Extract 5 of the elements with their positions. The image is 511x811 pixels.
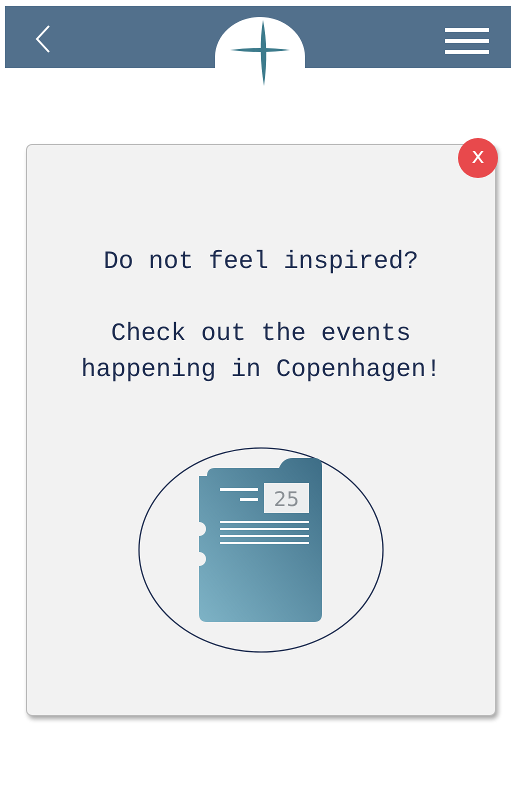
menu-icon[interactable] [445, 26, 489, 56]
calendar-day: 25 [274, 487, 300, 511]
headline: Do not feel inspired? [103, 247, 419, 276]
close-button[interactable]: x [458, 138, 498, 178]
message: Check out the events happening in Copenhagen! [80, 318, 442, 386]
